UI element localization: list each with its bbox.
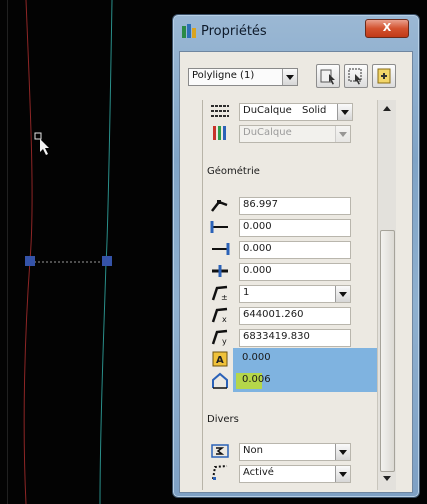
section-geometry-label[interactable]: Géométrie: [207, 166, 260, 177]
scrollbar-thumb[interactable]: [380, 230, 395, 472]
property-row-vertex[interactable]: 86.997: [203, 194, 377, 216]
select-objects-button[interactable]: [344, 64, 368, 88]
global-width-field[interactable]: 0.000: [239, 263, 351, 281]
mouse-cursor-icon: [40, 139, 49, 155]
palette-title: Propriétés: [201, 24, 267, 39]
end-width-value: 0.000: [243, 243, 272, 254]
length-icon: [212, 372, 228, 389]
quick-select-button[interactable]: [316, 64, 340, 88]
property-row-plotstyle[interactable]: DuCalque: [203, 122, 377, 144]
chevron-down-icon[interactable]: [335, 466, 350, 482]
plotstyle-field: DuCalque: [239, 125, 351, 143]
pickbox: [34, 132, 42, 140]
ltgen-value: Activé: [243, 467, 274, 478]
svg-text:A: A: [216, 355, 224, 366]
chevron-down-icon[interactable]: [337, 104, 352, 120]
property-scrollbar[interactable]: [377, 100, 396, 490]
plotstyle-value: DuCalque: [243, 127, 292, 138]
chevron-down-icon[interactable]: [282, 69, 297, 85]
scroll-up-icon[interactable]: [383, 106, 391, 111]
polyline-red[interactable]: [23, 0, 33, 504]
toggle-pickadd-icon: [377, 68, 391, 84]
length-value: 0.006: [242, 374, 271, 385]
vertex-value: 86.997: [243, 199, 278, 210]
object-type-value: Polyligne (1): [192, 70, 255, 81]
polyline-cyan[interactable]: [99, 0, 113, 504]
palette-body: Polyligne (1) DuCalque Solid DuCalque Gé…: [179, 51, 413, 493]
drawing-area[interactable]: Propriétés X Polyligne (1) DuCalque Soli…: [0, 0, 427, 504]
property-row-length[interactable]: 0.006: [203, 370, 377, 392]
close-button[interactable]: X: [365, 19, 409, 38]
ltgen-select[interactable]: Activé: [239, 465, 351, 483]
properties-palette[interactable]: Propriétés X Polyligne (1) DuCalque Soli…: [172, 14, 420, 498]
property-row-vertex-y[interactable]: y 6833419.830: [203, 326, 377, 348]
property-row-global-width[interactable]: 0.000: [203, 260, 377, 282]
global-width-icon: [212, 265, 228, 277]
closed-icon: [211, 444, 229, 458]
closed-select[interactable]: Non: [239, 443, 351, 461]
grip-left[interactable]: [25, 256, 35, 266]
chevron-down-icon[interactable]: [335, 444, 350, 460]
svg-text:x: x: [222, 315, 227, 324]
object-type-dropdown[interactable]: Polyligne (1): [188, 68, 298, 86]
property-grid: DuCalque Solid DuCalque Géométrie 86.997…: [202, 100, 377, 490]
start-width-value: 0.000: [243, 221, 272, 232]
properties-icon: [182, 24, 196, 38]
area-icon: A: [212, 351, 228, 367]
vertex-icon: [211, 200, 228, 212]
closed-value: Non: [243, 445, 263, 456]
property-row-end-width[interactable]: 0.000: [203, 238, 377, 260]
svg-text:±: ±: [221, 293, 228, 302]
vertex-x-field[interactable]: 644001.260: [239, 307, 351, 325]
end-segment-width-icon: [212, 243, 230, 255]
start-width-field[interactable]: 0.000: [239, 219, 351, 237]
select-objects-icon: [348, 68, 362, 85]
current-vertex-icon: ±: [211, 285, 228, 302]
linetype-extra-value: Solid: [302, 105, 327, 116]
section-misc-label[interactable]: Divers: [207, 414, 239, 425]
toggle-pickadd-button[interactable]: [372, 64, 396, 88]
property-row-area[interactable]: A 0.000: [203, 348, 377, 370]
chevron-down-icon[interactable]: [335, 286, 350, 302]
length-value-cell[interactable]: 0.006: [233, 370, 377, 392]
end-width-field[interactable]: 0.000: [239, 241, 351, 259]
property-row-closed[interactable]: Non: [203, 440, 377, 462]
svg-text:y: y: [222, 337, 227, 346]
linetype-value: DuCalque: [243, 105, 292, 116]
plotstyle-icon: [213, 126, 226, 140]
palette-titlebar[interactable]: Propriétés X: [173, 15, 419, 49]
vertex-x-value: 644001.260: [243, 309, 304, 320]
start-segment-width-icon: [210, 221, 228, 233]
property-row-vertex-x[interactable]: x 644001.260: [203, 304, 377, 326]
vertex-y-value: 6833419.830: [243, 331, 310, 342]
vertex-field[interactable]: 86.997: [239, 197, 351, 215]
property-row-start-width[interactable]: 0.000: [203, 216, 377, 238]
vertex-y-icon: y: [211, 329, 228, 346]
area-value: 0.000: [242, 352, 271, 363]
grip-right[interactable]: [102, 256, 112, 266]
chevron-down-icon: [335, 126, 350, 142]
global-width-value: 0.000: [243, 265, 272, 276]
linetype-field[interactable]: DuCalque Solid: [239, 103, 353, 121]
property-row-linetype[interactable]: DuCalque Solid: [203, 100, 377, 122]
linetype-generation-icon: [212, 465, 228, 480]
vertex-y-field[interactable]: 6833419.830: [239, 329, 351, 347]
property-row-ltgen[interactable]: Activé: [203, 462, 377, 484]
object-selector-row: Polyligne (1): [184, 64, 409, 88]
current-vertex-select[interactable]: 1: [239, 285, 351, 303]
area-value-cell[interactable]: 0.000: [233, 348, 377, 370]
current-vertex-value: 1: [243, 287, 250, 298]
quick-select-icon: [320, 69, 335, 85]
scroll-down-icon[interactable]: [383, 476, 391, 481]
property-row-current-vertex[interactable]: ± 1: [203, 282, 377, 304]
linetype-icon: [211, 105, 229, 117]
vertex-x-icon: x: [211, 307, 228, 324]
